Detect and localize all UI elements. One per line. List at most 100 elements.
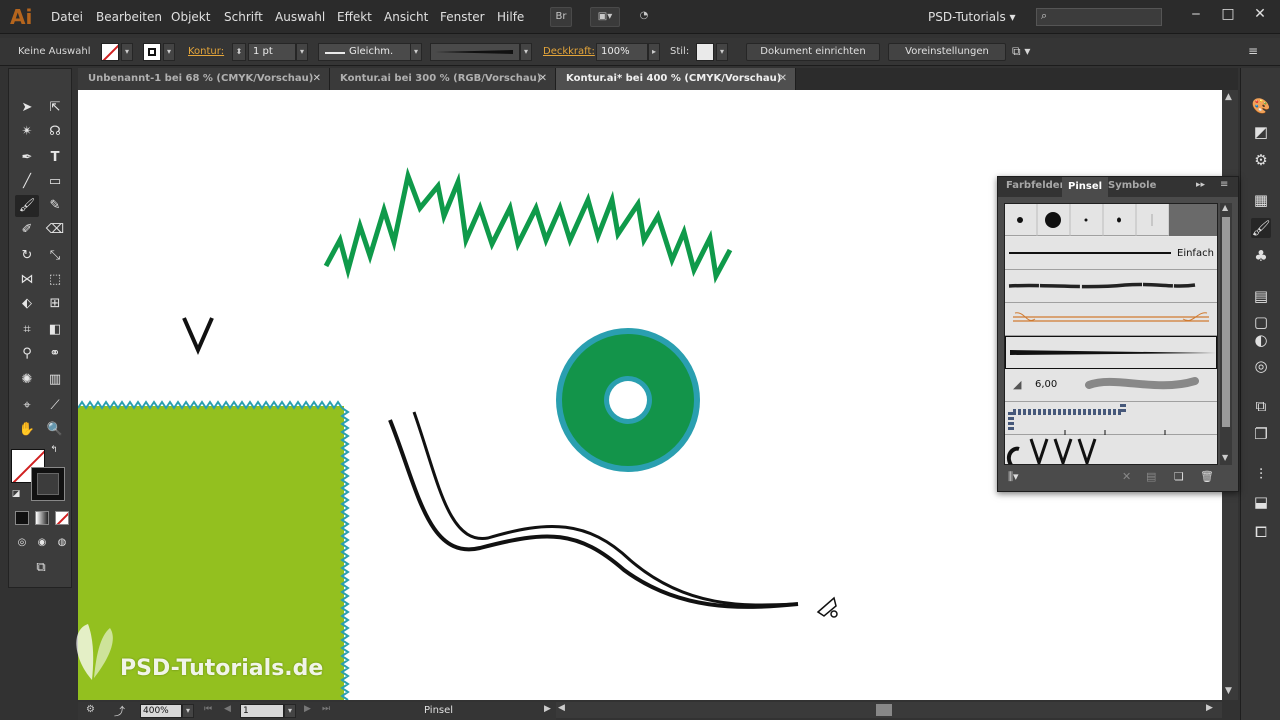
color-guide-icon[interactable]: ◩ — [1251, 122, 1271, 142]
lasso-tool-icon[interactable]: ☊ — [43, 121, 67, 143]
align-options-icon[interactable]: ⧉ ▾ — [1012, 44, 1030, 59]
menu-auswahl[interactable]: Auswahl — [275, 10, 325, 24]
tapered-brush-row-selected[interactable] — [1005, 336, 1217, 369]
direct-selection-tool-icon[interactable]: ⇱ — [43, 97, 67, 119]
artboard-number-field[interactable]: 1 — [240, 704, 284, 718]
rectangle-tool-icon[interactable]: ▭ — [43, 171, 67, 193]
new-brush-icon[interactable]: ❏ — [1174, 470, 1184, 483]
mesh-tool-icon[interactable]: ⌗ — [15, 319, 39, 341]
delete-brush-icon[interactable]: 🗑 — [1200, 470, 1214, 483]
transparency-icon[interactable]: ◐ — [1251, 330, 1271, 350]
scroll-down-icon[interactable]: ▼ — [1225, 686, 1232, 696]
swatches-icon[interactable]: ▦ — [1251, 190, 1271, 210]
first-artboard-icon[interactable]: ⏮ — [204, 704, 212, 714]
screen-mode-icon[interactable]: ⧉ — [27, 557, 55, 579]
tab-farbfelder[interactable]: Farbfelder — [1006, 180, 1065, 191]
magic-wand-tool-icon[interactable]: ✴ — [15, 121, 39, 143]
symbols-icon[interactable]: ♣ — [1251, 246, 1271, 266]
last-artboard-icon[interactable]: ⏭ — [322, 704, 330, 714]
stroke-color-swatch[interactable] — [31, 467, 65, 501]
status-options-icon[interactable]: ⚙ — [86, 704, 95, 715]
color-panel-icon[interactable]: 🎨 — [1251, 96, 1271, 116]
maximize-button[interactable]: □ — [1212, 2, 1244, 26]
fill-dropdown-icon[interactable]: ▾ — [121, 43, 133, 61]
tab-kontur-300[interactable]: Kontur.ai bei 300 % (RGB/Vorschau) ✕ — [330, 68, 556, 90]
selection-tool-icon[interactable]: ➤ — [15, 97, 39, 119]
stroke-dropdown-icon[interactable]: ▾ — [163, 43, 175, 61]
line-tool-icon[interactable]: ╱ — [15, 171, 39, 193]
scroll-up-icon[interactable]: ▲ — [1225, 92, 1232, 102]
preferences-button[interactable]: Voreinstellungen — [888, 43, 1006, 61]
artboards-icon[interactable]: ❐ — [1251, 424, 1271, 444]
fill-swatch[interactable] — [101, 43, 119, 61]
menu-schrift[interactable]: Schrift — [224, 10, 263, 24]
type-tool-icon[interactable]: T — [43, 147, 67, 169]
scroll-down-icon[interactable]: ▼ — [1222, 453, 1228, 462]
default-colors-icon[interactable]: ◪ — [9, 487, 23, 501]
pencil-tool-icon[interactable]: ✎ — [43, 195, 67, 217]
gpu-performance-icon[interactable]: ◔ — [632, 7, 656, 27]
panel-menu-icon[interactable]: ≡ — [1220, 179, 1228, 190]
kuler-icon[interactable]: ⚙ — [1251, 150, 1271, 170]
perspective-grid-tool-icon[interactable]: ⊞ — [43, 293, 67, 315]
bristle-brush-row[interactable]: ◢ 6,00 — [1005, 369, 1217, 402]
swap-colors-icon[interactable]: ↰ — [47, 443, 61, 457]
align-icon[interactable]: ⫶ — [1251, 464, 1271, 484]
stroke-profile-select[interactable]: Gleichm. — [318, 43, 412, 61]
menu-objekt[interactable]: Objekt — [171, 10, 210, 24]
gradient-panel-icon[interactable]: ▢ — [1251, 312, 1271, 332]
horizontal-scrollbar[interactable]: ◀ ▶ — [556, 702, 1222, 718]
scroll-thumb[interactable] — [876, 704, 892, 716]
opacity-arrow-icon[interactable]: ▸ — [648, 43, 660, 61]
symbol-sprayer-tool-icon[interactable]: ✺ — [15, 369, 39, 391]
menu-effekt[interactable]: Effekt — [337, 10, 372, 24]
draw-normal-icon[interactable]: ◎ — [13, 535, 31, 551]
stroke-label[interactable]: Kontur: — [188, 46, 224, 57]
none-mode-button[interactable] — [55, 511, 69, 525]
slice-tool-icon[interactable]: ⟋ — [43, 395, 67, 417]
status-arrow-icon[interactable]: ▶ — [544, 704, 551, 714]
pathfinder-icon[interactable]: ⬓ — [1251, 492, 1271, 512]
brush-libraries-icon[interactable]: ⫼▾ — [1008, 470, 1019, 484]
artboard-tool-icon[interactable]: ⌖ — [15, 395, 39, 417]
scroll-right-icon[interactable]: ▶ — [1206, 703, 1213, 713]
zoom-tool-icon[interactable]: 🔍 — [43, 419, 67, 441]
shape-builder-tool-icon[interactable]: ⬖ — [15, 293, 39, 315]
stroke-profile-dropdown-icon[interactable]: ▾ — [410, 43, 422, 61]
prev-artboard-icon[interactable]: ◀ — [224, 704, 231, 714]
scroll-left-icon[interactable]: ◀ — [558, 703, 565, 713]
gradient-mode-button[interactable] — [35, 511, 49, 525]
pen-tool-icon[interactable]: ✒ — [15, 147, 39, 169]
menu-datei[interactable]: Datei — [51, 10, 83, 24]
next-artboard-icon[interactable]: ▶ — [304, 704, 311, 714]
width-tool-icon[interactable]: ⋈ — [15, 269, 39, 291]
close-tab-icon[interactable]: ✕ — [313, 68, 321, 90]
control-menu-icon[interactable]: ≡ — [1248, 44, 1258, 58]
tab-kontur-400[interactable]: Kontur.ai* bei 400 % (CMYK/Vorschau) ✕ — [556, 68, 796, 90]
menu-ansicht[interactable]: Ansicht — [384, 10, 428, 24]
minimize-button[interactable]: ‒ — [1180, 2, 1212, 26]
bridge-button[interactable]: Br — [550, 7, 572, 27]
remove-stroke-icon[interactable]: ✕ — [1122, 470, 1131, 483]
rotate-tool-icon[interactable]: ↻ — [15, 245, 39, 267]
eraser-tool-icon[interactable]: ⌫ — [43, 219, 67, 241]
eyedropper-tool-icon[interactable]: ⚲ — [15, 343, 39, 365]
document-setup-button[interactable]: Dokument einrichten — [746, 43, 880, 61]
draw-inside-icon[interactable]: ◍ — [53, 535, 71, 551]
stroke-weight-field[interactable]: 1 pt — [248, 43, 296, 61]
menu-bearbeiten[interactable]: Bearbeiten — [96, 10, 162, 24]
hand-tool-icon[interactable]: ✋ — [15, 419, 39, 441]
tab-symbole[interactable]: Symbole — [1108, 180, 1156, 191]
pattern-brush-row[interactable] — [1005, 402, 1217, 435]
scatter-brush-row[interactable] — [1005, 435, 1217, 464]
scroll-thumb[interactable] — [1222, 217, 1230, 427]
paintbrush-tool-icon[interactable]: 🖌 — [15, 195, 39, 217]
draw-behind-icon[interactable]: ◉ — [33, 535, 51, 551]
column-graph-tool-icon[interactable]: ▥ — [43, 369, 67, 391]
close-button[interactable]: ✕ — [1244, 2, 1276, 26]
opacity-label[interactable]: Deckkraft: — [543, 46, 595, 57]
stroke-icon[interactable]: ▤ — [1251, 286, 1271, 306]
calligraphic-brushes-row[interactable] — [1005, 204, 1217, 236]
appearance-icon[interactable]: ◎ — [1251, 356, 1271, 376]
stroke-weight-dropdown-icon[interactable]: ▾ — [296, 43, 308, 61]
